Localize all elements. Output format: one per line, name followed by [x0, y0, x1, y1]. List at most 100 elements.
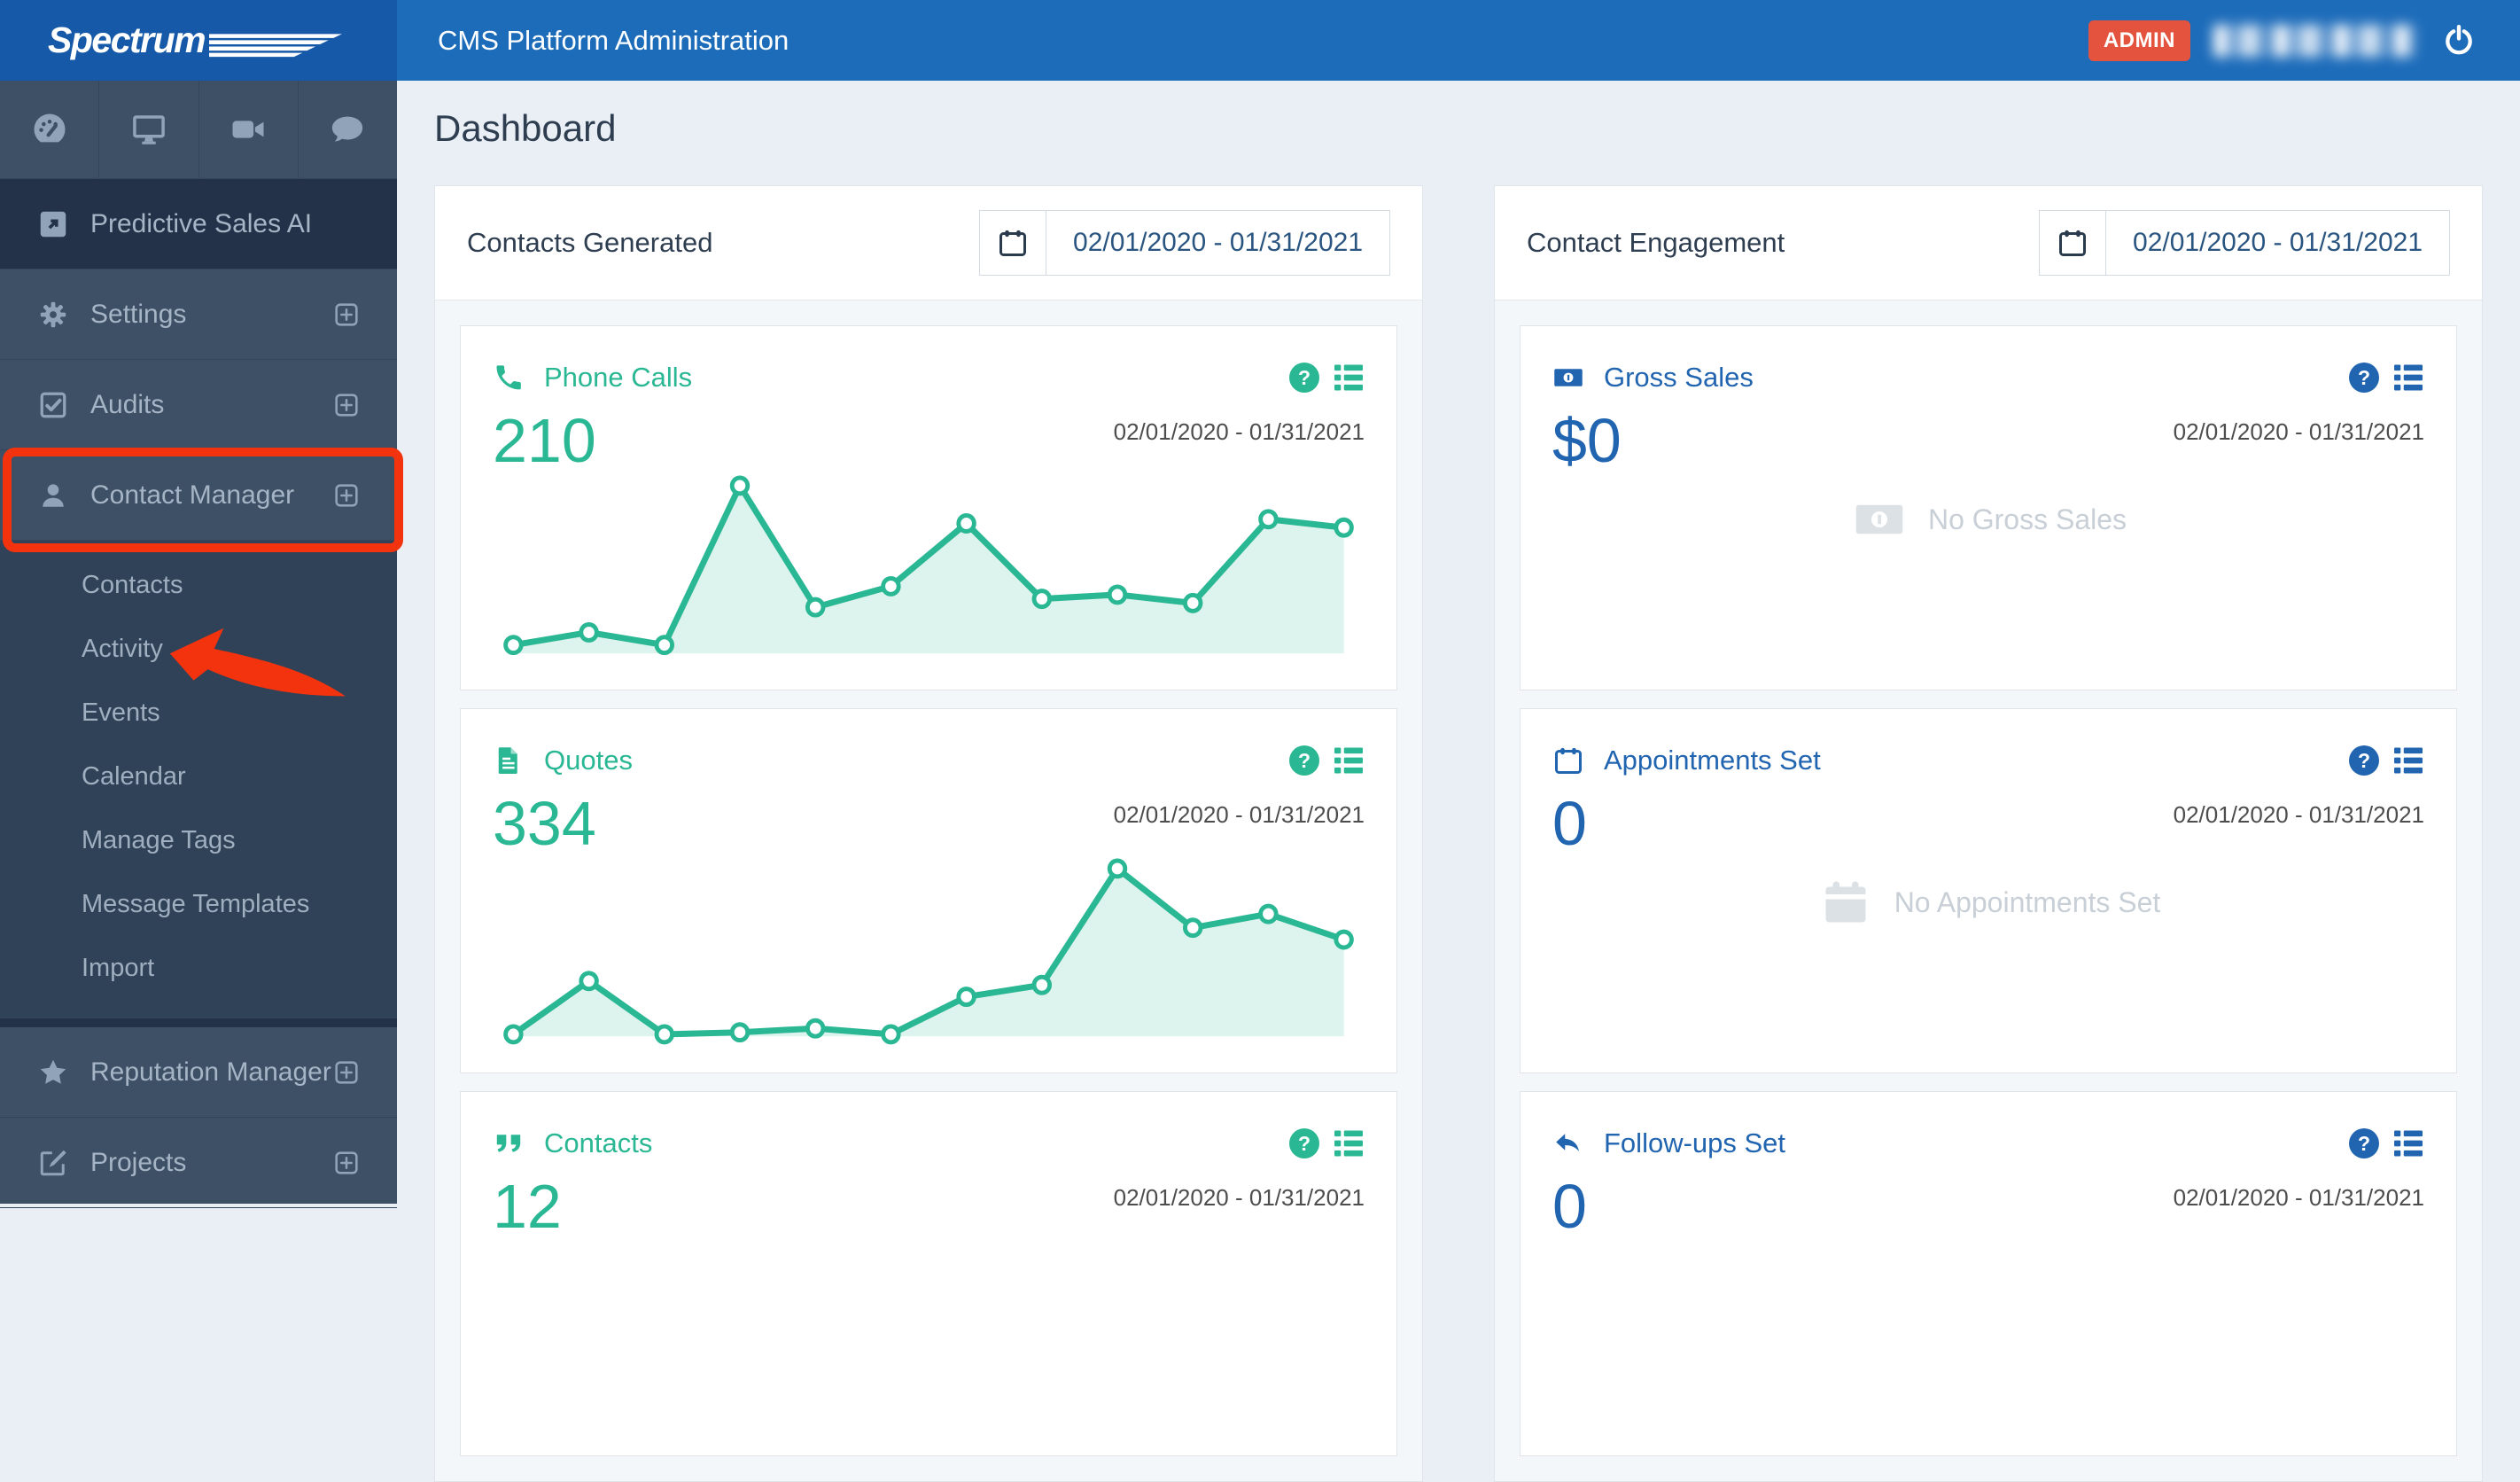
panel-title: Contact Engagement — [1527, 227, 1785, 258]
contacts-card: Contacts ? 12 02/01/2020 - 01/31/2021 — [460, 1091, 1397, 1456]
brand-wordmark: Spectrum — [48, 20, 206, 60]
sidebar-item-label: Settings — [90, 299, 187, 329]
card-daterange: 02/01/2020 - 01/31/2021 — [1113, 418, 1365, 445]
help-icon[interactable]: ? — [2349, 363, 2379, 393]
card-title: Quotes — [544, 745, 633, 776]
tab-websites[interactable] — [99, 81, 199, 178]
list-view-icon[interactable] — [2392, 746, 2424, 775]
list-view-icon[interactable] — [1333, 363, 1365, 392]
sidebar-item-label: Reputation Manager — [90, 1057, 331, 1087]
phone-calls-chart — [493, 472, 1365, 676]
help-icon[interactable]: ? — [1289, 745, 1319, 776]
card-title: Contacts — [544, 1127, 653, 1158]
help-icon[interactable]: ? — [1289, 1128, 1319, 1158]
external-link-square-icon — [40, 211, 66, 237]
card-tools: ? — [2349, 1128, 2424, 1158]
card-daterange: 02/01/2020 - 01/31/2021 — [2173, 801, 2424, 828]
contact-engagement-daterange-picker[interactable]: 02/01/2020 - 01/31/2021 — [2039, 210, 2450, 276]
expand-plus-icon[interactable] — [331, 1057, 362, 1088]
desktop-monitor-icon — [133, 115, 165, 144]
expand-plus-icon[interactable] — [331, 480, 362, 511]
help-icon[interactable]: ? — [1289, 363, 1319, 393]
tab-dashboard[interactable] — [0, 81, 100, 178]
gross-sales-card: Gross Sales ? $0 02/01/2020 - 01/31/2021 — [1520, 325, 2457, 690]
empty-state-text: No Gross Sales — [1927, 503, 2127, 535]
empty-state-text: No Appointments Set — [1894, 885, 2161, 918]
sidebar-item-contact-manager[interactable]: Contact Manager — [0, 450, 397, 541]
sidebar-item-predictive-sales-ai[interactable]: Predictive Sales AI — [0, 179, 397, 269]
sidebar-item-projects[interactable]: Projects — [0, 1118, 397, 1208]
sidebar-item-label: Contact Manager — [90, 480, 295, 510]
sidebar-section-divider — [0, 1018, 397, 1027]
card-daterange: 02/01/2020 - 01/31/2021 — [1113, 801, 1365, 828]
contacts-generated-panel: Contacts Generated 02/01/2020 - 01/31/20… — [434, 185, 1423, 1482]
expand-plus-icon[interactable] — [331, 390, 362, 420]
list-view-icon[interactable] — [1333, 1129, 1365, 1158]
card-title: Follow-ups Set — [1604, 1127, 1786, 1158]
submenu-item-message-templates[interactable]: Message Templates — [0, 872, 397, 936]
sidebar: Predictive Sales AI Settings Audits Cont… — [0, 81, 397, 1208]
sidebar-item-audits[interactable]: Audits — [0, 360, 397, 450]
list-view-icon[interactable] — [1333, 746, 1365, 775]
card-title: Appointments Set — [1604, 745, 1821, 776]
followups-set-card: Follow-ups Set ? 0 02/01/2020 - 01/31/20… — [1520, 1091, 2457, 1456]
file-lines-icon — [498, 747, 517, 774]
contact-engagement-body: Gross Sales ? $0 02/01/2020 - 01/31/2021 — [1495, 300, 2482, 1481]
card-title: Gross Sales — [1604, 362, 1754, 393]
sidebar-item-settings[interactable]: Settings — [0, 269, 397, 360]
help-icon[interactable]: ? — [2349, 1128, 2379, 1158]
user-name-blurred — [2213, 24, 2415, 57]
logout-button[interactable] — [2438, 20, 2479, 61]
card-header: Quotes ? — [493, 745, 1365, 776]
submenu-item-manage-tags[interactable]: Manage Tags — [0, 808, 397, 872]
submenu-item-calendar[interactable]: Calendar — [0, 745, 397, 808]
video-camera-icon — [232, 121, 264, 138]
power-icon — [2446, 24, 2472, 54]
reply-arrow-icon — [1556, 1134, 1579, 1151]
topbar-main: CMS Platform Administration ADMIN — [397, 0, 2520, 81]
card-daterange: 02/01/2020 - 01/31/2021 — [1113, 1184, 1365, 1211]
money-bill-icon — [1554, 369, 1583, 386]
contact-engagement-panel: Contact Engagement 02/01/2020 - 01/31/20… — [1494, 185, 2483, 1482]
card-header: Contacts ? — [493, 1127, 1365, 1159]
cms-dashboard-screen: { "topbar": { "brand": "Spectrum", "app_… — [0, 0, 2520, 1482]
sidebar-item-label: Projects — [90, 1147, 187, 1177]
tab-video[interactable] — [199, 81, 299, 178]
card-header: Gross Sales ? — [1552, 362, 2424, 394]
sidebar-item-reputation-manager[interactable]: Reputation Manager — [0, 1027, 397, 1118]
help-icon[interactable]: ? — [2349, 745, 2379, 776]
calendar-icon — [1555, 747, 1582, 774]
chat-bubble-icon — [332, 116, 363, 142]
submenu-item-events[interactable]: Events — [0, 681, 397, 745]
expand-plus-icon[interactable] — [331, 300, 362, 330]
submenu-item-contacts[interactable]: Contacts — [0, 553, 397, 617]
card-tools: ? — [1289, 1128, 1365, 1158]
star-icon — [40, 1059, 66, 1084]
calendar-icon — [1825, 881, 1866, 923]
card-tools: ? — [2349, 745, 2424, 776]
appointments-empty-state: No Appointments Set — [1521, 876, 2456, 929]
daterange-value: 02/01/2020 - 01/31/2021 — [2133, 228, 2423, 257]
card-header: Follow-ups Set ? — [1552, 1127, 2424, 1159]
tab-messages[interactable] — [299, 81, 397, 178]
expand-plus-icon[interactable] — [331, 1148, 362, 1178]
brand-speed-lines-icon — [209, 34, 343, 58]
sidebar-item-label: Predictive Sales AI — [90, 208, 313, 238]
edit-square-icon — [40, 1150, 66, 1175]
page-title: Dashboard — [434, 107, 617, 149]
contact-engagement-header: Contact Engagement 02/01/2020 - 01/31/20… — [1495, 186, 2482, 300]
appointments-set-card: Appointments Set ? 0 02/01/2020 - 01/31/… — [1520, 708, 2457, 1073]
card-daterange: 02/01/2020 - 01/31/2021 — [2173, 418, 2424, 445]
contacts-generated-daterange-picker[interactable]: 02/01/2020 - 01/31/2021 — [979, 210, 1390, 276]
list-view-icon[interactable] — [2392, 363, 2424, 392]
panel-title: Contacts Generated — [467, 227, 713, 258]
quote-right-icon — [496, 1135, 521, 1152]
list-view-icon[interactable] — [2392, 1129, 2424, 1158]
submenu-item-activity[interactable]: Activity — [0, 617, 397, 681]
card-tools: ? — [1289, 745, 1365, 776]
daterange-value: 02/01/2020 - 01/31/2021 — [1073, 228, 1363, 257]
submenu-item-import[interactable]: Import — [0, 936, 397, 1000]
contact-manager-submenu: Contacts Activity Events Calendar Manage… — [0, 541, 397, 1018]
spectrum-logo[interactable]: Spectrum — [0, 0, 397, 81]
card-title: Phone Calls — [544, 362, 693, 393]
